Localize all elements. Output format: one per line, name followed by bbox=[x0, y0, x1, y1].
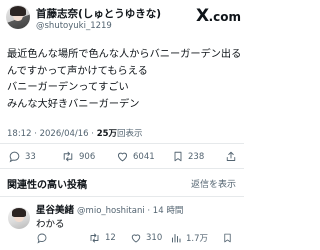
repost-icon bbox=[63, 151, 73, 162]
share-button[interactable] bbox=[225, 150, 237, 163]
reply-count: 33 bbox=[25, 151, 36, 162]
reply-reply-button[interactable] bbox=[36, 232, 52, 244]
bookmark-icon bbox=[224, 233, 231, 243]
reply-icon bbox=[37, 233, 47, 244]
reply-icon bbox=[9, 151, 20, 163]
author-handle[interactable]: @shutoyuki_1219 bbox=[36, 21, 112, 31]
views-icon bbox=[172, 234, 181, 243]
like-button[interactable]: 6041 bbox=[116, 150, 155, 163]
tweet-text-line: 最近色んな場所で色んな人からバニーガーデン出る bbox=[7, 49, 242, 60]
reply-text: わかる bbox=[36, 219, 65, 230]
reply-repost-button[interactable]: 12 bbox=[88, 232, 116, 244]
reply-views-button[interactable]: 1.7万 bbox=[170, 232, 208, 244]
tweet-card: 首藤志奈(しゅとうゆきな) @shutoyuki_1219 X.com 最近色ん… bbox=[0, 0, 244, 250]
reply-view-count: 1.7万 bbox=[186, 234, 209, 244]
reply-author-name[interactable]: 星谷美緒 bbox=[36, 205, 74, 216]
view-label: 回表示 bbox=[117, 129, 143, 139]
repost-icon bbox=[90, 233, 99, 243]
divider bbox=[0, 196, 244, 197]
bookmark-icon bbox=[174, 151, 182, 162]
tweet-timestamp[interactable]: 18:12 · 2026/04/16 · bbox=[7, 129, 97, 139]
like-count: 6041 bbox=[133, 151, 155, 162]
reply-bookmark-button[interactable] bbox=[222, 232, 233, 244]
divider bbox=[0, 143, 244, 144]
reply-like-button[interactable]: 310 bbox=[130, 232, 162, 244]
reply-repost-count: 12 bbox=[105, 233, 116, 243]
reply-author-avatar[interactable] bbox=[8, 207, 30, 229]
tweet-text-line: んですかって声かけてもらえる bbox=[7, 65, 148, 77]
reply-time[interactable]: · 14 時間 bbox=[145, 206, 183, 216]
bookmark-button[interactable]: 238 bbox=[172, 150, 204, 163]
reply-header: 星谷美緒 @mio_hoshitani · 14 時間 bbox=[36, 202, 183, 216]
share-icon bbox=[226, 151, 236, 161]
reply-like-count: 310 bbox=[146, 233, 163, 243]
repost-button[interactable]: 906 bbox=[61, 150, 95, 163]
heart-icon bbox=[131, 234, 141, 243]
reply-button[interactable]: 33 bbox=[8, 150, 36, 163]
tweet-text-line: バニーガーデンってすごい bbox=[7, 82, 129, 93]
tweet-meta: 18:12 · 2026/04/16 · 25万回表示 bbox=[7, 127, 143, 139]
tweet-text: 最近色んな場所で色んな人からバニーガーデン出る んですかって声かけてもらえる バ… bbox=[7, 47, 241, 113]
bookmark-count: 238 bbox=[188, 151, 205, 162]
view-count: 25万 bbox=[96, 129, 118, 139]
related-posts-heading: 関連性の高い投稿 bbox=[7, 180, 87, 191]
reply-author-handle[interactable]: @mio_hoshitani bbox=[77, 206, 145, 216]
tweet-text-line: みんな大好きバニーガーデン bbox=[7, 98, 140, 110]
show-replies-link[interactable]: 返信を表示 bbox=[191, 177, 236, 190]
repost-count: 906 bbox=[79, 151, 96, 162]
heart-icon bbox=[117, 152, 128, 162]
x-logo-mark: X bbox=[196, 6, 209, 26]
author-avatar[interactable] bbox=[6, 5, 30, 29]
x-logo[interactable]: X.com bbox=[196, 8, 241, 26]
x-logo-suffix: .com bbox=[208, 10, 242, 24]
author-display-name[interactable]: 首藤志奈(しゅとうゆきな) bbox=[36, 6, 161, 21]
divider bbox=[0, 168, 244, 169]
